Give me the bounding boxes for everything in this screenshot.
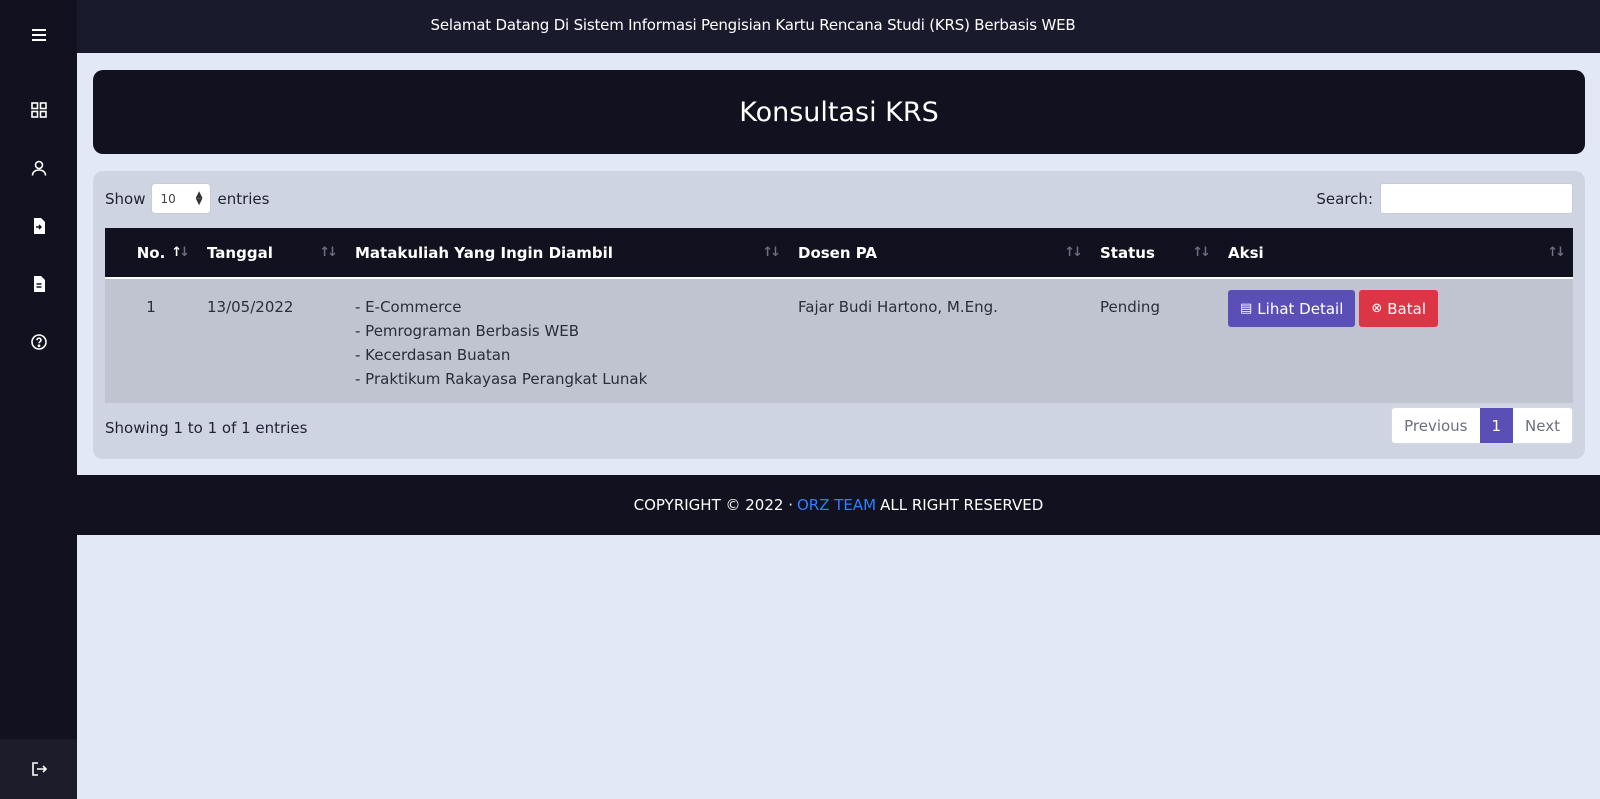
sort-icon: ↑↓ <box>762 245 781 260</box>
entries-select[interactable]: 10 ▲ ▼ <box>151 183 212 214</box>
show-label: Show <box>105 189 146 208</box>
logout-icon[interactable] <box>0 739 77 799</box>
file-import-icon[interactable] <box>0 206 77 246</box>
page-1-button[interactable]: 1 <box>1479 408 1514 443</box>
entries-value: 10 <box>160 191 176 206</box>
cell-dosen: Fajar Budi Hartono, M.Eng. <box>788 278 1090 403</box>
status-badge: Pending <box>1090 278 1218 403</box>
cell-tanggal: 13/05/2022 <box>197 278 345 403</box>
next-button[interactable]: Next <box>1513 408 1572 443</box>
search-control: Search: <box>1316 183 1573 214</box>
col-dosen-label: Dosen PA <box>798 243 877 262</box>
sidebar <box>0 0 77 799</box>
dashboard-icon[interactable] <box>0 90 77 130</box>
entries-control: Show 10 ▲ ▼ entries <box>105 183 269 214</box>
col-status[interactable]: Status ↑↓ <box>1090 228 1218 279</box>
table-info: Showing 1 to 1 of 1 entries <box>105 419 308 437</box>
close-circle-icon: ⊗ <box>1371 301 1383 316</box>
sort-icon: ↑↓ <box>1192 245 1211 260</box>
table-panel: Show 10 ▲ ▼ entries Search: No. ↑↓ Tangga… <box>93 171 1585 459</box>
help-icon[interactable] <box>0 322 77 362</box>
footer: COPYRIGHT © 2022 · ORZ TEAM ALL RIGHT RE… <box>77 475 1600 535</box>
table-row: 1 13/05/2022 - E-Commerce - Pemrograman … <box>105 278 1573 403</box>
krs-table: No. ↑↓ Tanggal ↑↓ Matakuliah Yang Ingin … <box>105 228 1573 403</box>
col-status-label: Status <box>1100 243 1155 262</box>
col-matakuliah-label: Matakuliah Yang Ingin Diambil <box>355 243 613 262</box>
copyright-text: COPYRIGHT © 2022 · <box>633 496 793 514</box>
entries-label: entries <box>217 189 270 208</box>
page-title: Konsultasi KRS <box>739 96 939 128</box>
sort-icon: ↑↓ <box>1547 245 1566 260</box>
pagination: Previous 1 Next <box>1391 407 1573 444</box>
sort-icon: ↑↓ <box>171 245 190 260</box>
col-no[interactable]: No. ↑↓ <box>105 228 197 279</box>
course-item: - E-Commerce <box>355 298 462 316</box>
batal-button[interactable]: ⊗ Batal <box>1359 290 1438 327</box>
select-arrows-icon: ▲ ▼ <box>195 189 203 207</box>
col-no-label: No. <box>136 243 166 262</box>
batal-label: Batal <box>1387 299 1426 318</box>
sort-icon: ↑↓ <box>319 245 338 260</box>
sort-icon: ↑↓ <box>1064 245 1083 260</box>
search-input[interactable] <box>1380 183 1573 214</box>
team-link[interactable]: ORZ TEAM <box>797 496 876 514</box>
message-icon: ▤ <box>1240 301 1253 316</box>
course-item: - Kecerdasan Buatan <box>355 346 511 364</box>
col-aksi-label: Aksi <box>1228 243 1264 262</box>
col-tanggal-label: Tanggal <box>207 243 273 262</box>
cell-aksi: ▤ Lihat Detail ⊗ Batal <box>1218 278 1573 403</box>
top-bar: Selamat Datang Di Sistem Informasi Pengi… <box>77 0 1600 53</box>
page-header: Konsultasi KRS <box>93 70 1585 154</box>
document-icon[interactable] <box>0 264 77 304</box>
menu-icon[interactable] <box>0 15 77 55</box>
col-aksi[interactable]: Aksi ↑↓ <box>1218 228 1573 279</box>
table-header-row: No. ↑↓ Tanggal ↑↓ Matakuliah Yang Ingin … <box>105 228 1573 279</box>
course-item: - Praktikum Rakayasa Perangkat Lunak <box>355 370 648 388</box>
lihat-detail-label: Lihat Detail <box>1257 299 1344 318</box>
cell-no: 1 <box>105 278 197 403</box>
col-matakuliah[interactable]: Matakuliah Yang Ingin Diambil ↑↓ <box>345 228 788 279</box>
previous-button[interactable]: Previous <box>1392 408 1479 443</box>
cell-matakuliah: - E-Commerce - Pemrograman Berbasis WEB … <box>345 278 788 403</box>
col-tanggal[interactable]: Tanggal ↑↓ <box>197 228 345 279</box>
col-dosen[interactable]: Dosen PA ↑↓ <box>788 228 1090 279</box>
rights-text: ALL RIGHT RESERVED <box>880 496 1044 514</box>
lihat-detail-button[interactable]: ▤ Lihat Detail <box>1228 290 1356 327</box>
welcome-title: Selamat Datang Di Sistem Informasi Pengi… <box>430 16 1076 34</box>
user-icon[interactable] <box>0 148 77 188</box>
search-label: Search: <box>1316 189 1373 208</box>
course-item: - Pemrograman Berbasis WEB <box>355 322 580 340</box>
